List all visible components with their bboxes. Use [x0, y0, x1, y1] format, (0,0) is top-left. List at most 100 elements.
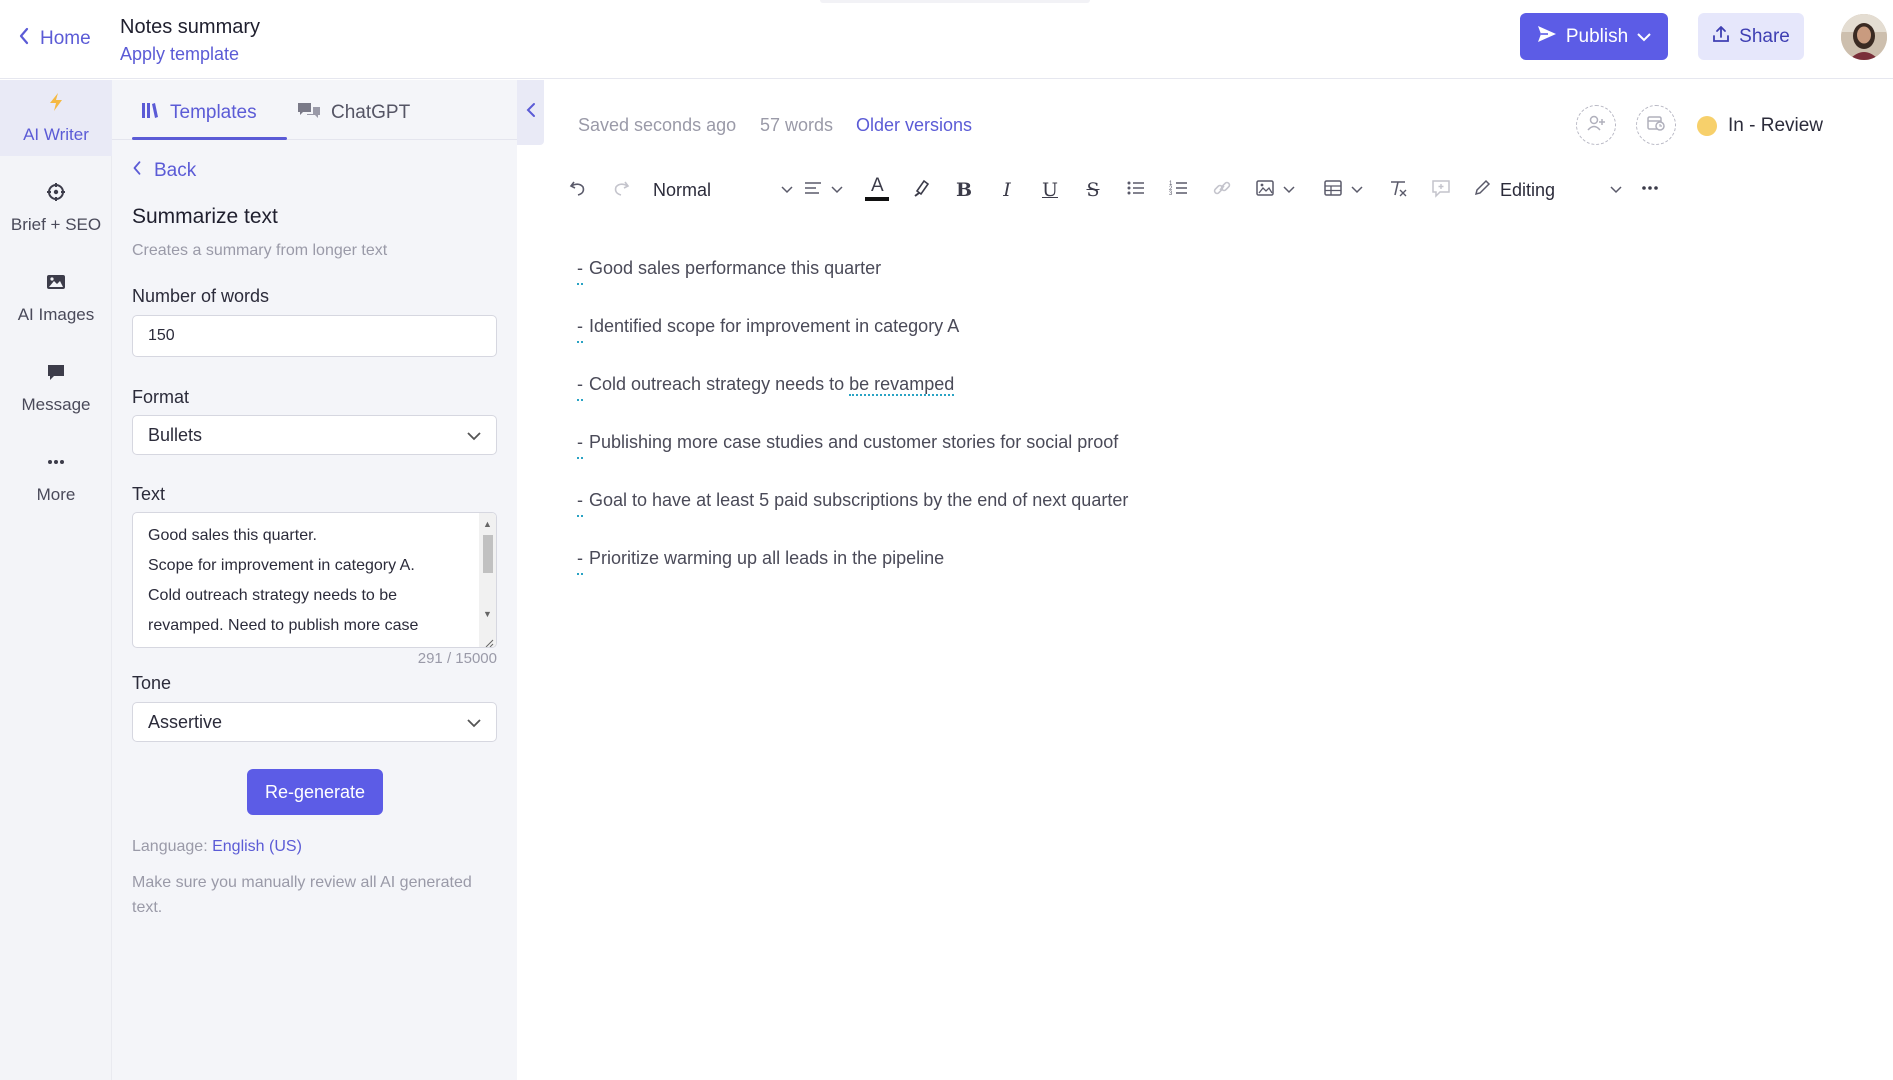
textarea-scrollbar[interactable]: ▲ ▼ [479, 513, 496, 647]
document-title[interactable]: Notes summary [120, 16, 260, 39]
undo-button[interactable] [566, 178, 590, 202]
share-button[interactable]: Share [1698, 13, 1804, 60]
strikethrough-button[interactable]: S [1081, 178, 1105, 202]
panel-tabs: Templates ChatGPT [112, 80, 517, 140]
home-link[interactable]: Home [18, 27, 91, 51]
rail-item-message[interactable]: Message [0, 350, 112, 426]
editing-mode-select[interactable]: Editing [1472, 178, 1622, 202]
review-status[interactable]: In - Review [1697, 115, 1823, 137]
active-tab-indicator [132, 137, 287, 140]
underline-button[interactable]: U [1038, 178, 1062, 202]
rail-item-label: Brief + SEO [10, 214, 102, 234]
upload-icon [1712, 25, 1730, 49]
more-dots-icon [46, 452, 66, 477]
language-setting: Language: English (US) [132, 838, 302, 856]
schedule-button[interactable] [1636, 105, 1676, 145]
document-line[interactable]: - Cold outreach strategy needs to be reva… [577, 374, 1677, 432]
bullet-list-button[interactable] [1124, 178, 1148, 202]
document-line[interactable]: - Good sales performance this quarter [577, 258, 1677, 316]
editing-mode-value: Editing [1500, 179, 1556, 200]
clear-formatting-button[interactable] [1386, 178, 1410, 202]
line-dash: - [577, 490, 583, 517]
scroll-thumb[interactable] [483, 535, 493, 573]
tone-select[interactable]: Assertive [132, 702, 497, 742]
save-status: Saved seconds ago [578, 115, 737, 135]
document-line[interactable]: - Identified scope for improvement in cat… [577, 316, 1677, 374]
numbered-list-button[interactable]: 123 [1167, 178, 1191, 202]
template-title: Summarize text [132, 205, 278, 228]
document-body[interactable]: - Good sales performance this quarter - Id… [577, 258, 1677, 606]
table-icon [1323, 178, 1343, 203]
add-comment-button[interactable] [1429, 178, 1453, 202]
format-value: Bullets [148, 424, 203, 445]
number-of-words-input[interactable] [132, 315, 497, 357]
line-dash: - [577, 548, 583, 575]
older-versions-link[interactable]: Older versions [856, 115, 972, 136]
ai-disclaimer: Make sure you manually review all AI gen… [132, 874, 472, 916]
bold-button[interactable]: B [952, 178, 976, 202]
publish-label: Publish [1565, 25, 1629, 47]
rail-item-ai-images[interactable]: AI Images [0, 260, 112, 336]
scroll-down-arrow-icon[interactable]: ▼ [483, 609, 492, 619]
insert-image-dropdown[interactable] [1250, 178, 1300, 202]
rail-item-brief-seo[interactable]: Brief + SEO [0, 170, 112, 246]
pencil-icon [1472, 178, 1492, 203]
line-text: Cold outreach strategy needs to [589, 374, 850, 394]
back-button[interactable]: Back [132, 160, 196, 182]
words-label: Number of words [132, 286, 270, 306]
highlight-button[interactable] [910, 178, 934, 202]
tab-templates[interactable]: Templates [140, 100, 257, 126]
language-link[interactable]: English (US) [212, 838, 302, 855]
resize-grip-icon[interactable] [484, 635, 494, 647]
document-line[interactable]: - Publishing more case studies and custom… [577, 432, 1677, 490]
align-dropdown[interactable] [800, 178, 845, 202]
spellcheck-flagged-text[interactable]: be revamped [849, 374, 955, 396]
svg-text:A: A [871, 175, 884, 196]
top-header: Home Notes summary Apply template Publis… [0, 0, 1893, 79]
link-button[interactable] [1210, 178, 1234, 202]
paragraph-style-value: Normal [653, 179, 712, 200]
scroll-up-arrow-icon[interactable]: ▲ [483, 519, 492, 529]
document-line[interactable]: - Goal to have at least 5 paid subscripti… [577, 490, 1677, 548]
add-collaborator-button[interactable] [1576, 105, 1616, 145]
redo-button[interactable] [609, 178, 633, 202]
collapse-panel-button[interactable] [517, 80, 544, 145]
status-dot [1697, 116, 1717, 136]
line-text: Goal to have at least 5 paid subscriptio… [589, 490, 1129, 510]
undo-icon [568, 178, 588, 203]
image-icon [1255, 178, 1275, 203]
regenerate-button[interactable]: Re-generate [247, 769, 383, 815]
tab-chatgpt[interactable]: ChatGPT [297, 100, 410, 126]
chevron-left-icon [132, 160, 142, 182]
clear-formatting-icon [1388, 178, 1408, 203]
paragraph-style-select[interactable]: Normal [653, 178, 793, 202]
character-count: 291 / 15000 [417, 650, 497, 667]
rail-item-more[interactable]: More [0, 440, 112, 516]
source-text-line: Scope for improvement in category A. [148, 557, 415, 574]
format-select[interactable]: Bullets [132, 415, 497, 455]
tone-value: Assertive [148, 711, 223, 732]
text-color-button[interactable]: A [864, 174, 890, 206]
back-label: Back [154, 160, 197, 181]
template-description: Creates a summary from longer text [132, 242, 388, 259]
highlighter-icon [912, 178, 932, 203]
publish-button[interactable]: Publish [1520, 13, 1668, 60]
more-options-button[interactable] [1638, 178, 1662, 202]
editing-mode-group: Editing [1472, 178, 1555, 203]
source-text-line: Good sales this quarter. [148, 527, 317, 544]
bullet-list-icon [1126, 178, 1146, 203]
apply-template-link[interactable]: Apply template [120, 44, 239, 65]
home-label: Home [40, 28, 91, 49]
user-avatar[interactable] [1841, 14, 1887, 60]
rail-item-ai-writer[interactable]: AI Writer [0, 80, 112, 156]
insert-table-dropdown[interactable] [1318, 178, 1368, 202]
source-text-area[interactable]: Good sales this quarter. Scope for impro… [132, 512, 497, 648]
chevron-down-icon [1283, 181, 1295, 199]
templates-panel: Templates ChatGPT Back Summarize text Cr… [112, 80, 517, 1080]
italic-button[interactable]: I [995, 178, 1019, 202]
tone-label: Tone [132, 673, 172, 693]
source-text[interactable]: Good sales this quarter. Scope for impro… [148, 521, 468, 641]
lightning-icon [46, 92, 66, 117]
chevron-down-icon [1351, 181, 1363, 199]
document-line[interactable]: - Prioritize warming up all leads in the … [577, 548, 1677, 606]
